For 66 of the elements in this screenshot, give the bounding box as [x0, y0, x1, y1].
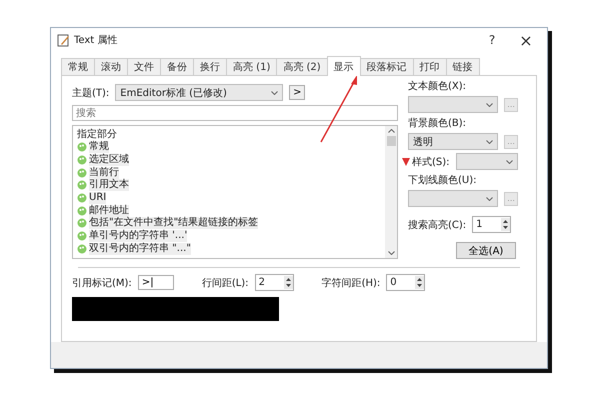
chevron-down-icon — [486, 196, 494, 200]
annotation-arrow — [320, 75, 357, 142]
chevron-down-icon — [486, 140, 494, 144]
char-spacing-spinner[interactable]: 0 — [386, 274, 426, 291]
style-label: 样式(S): — [412, 156, 450, 168]
quote-mark-label: 引用标记(M): — [72, 276, 132, 290]
line-spacing-spinner[interactable]: 2 — [254, 274, 294, 291]
theme-dropdown[interactable]: EmEditor标准 (已修改) — [115, 84, 284, 101]
scrollbar[interactable] — [385, 126, 397, 258]
palette-icon — [77, 193, 87, 204]
list-item[interactable]: 选定区域 — [89, 154, 129, 166]
search-highlight-label: 搜索高亮(C): — [408, 218, 466, 232]
palette-icon — [77, 180, 87, 190]
palette-icon — [77, 168, 87, 178]
list-item[interactable]: 引用文本 — [89, 179, 129, 192]
tab[interactable]: 备份 — [160, 58, 194, 75]
window-title: Text 属性 — [74, 34, 118, 47]
search-highlight-spinner[interactable]: 1 — [472, 216, 512, 233]
style-dropdown[interactable] — [456, 153, 518, 170]
tab[interactable]: 换行 — [193, 58, 227, 75]
background-color-label: 背景颜色(B): — [408, 116, 468, 130]
background-color-dropdown[interactable]: 透明 — [408, 133, 498, 150]
triangle-marker — [402, 158, 410, 166]
tab[interactable]: 显示 — [326, 56, 361, 76]
list-item[interactable]: 邮件地址 — [89, 204, 129, 217]
palette-icon — [77, 206, 87, 216]
help-button[interactable]: ? — [477, 32, 507, 48]
list-item[interactable]: URI — [89, 192, 106, 204]
tab[interactable]: 打印 — [412, 58, 447, 75]
theme-label: 主题(T): — [72, 86, 110, 100]
palette-icon — [77, 218, 87, 228]
list-item[interactable]: 当前行 — [89, 166, 119, 179]
chevron-down-icon — [506, 160, 513, 164]
text-color-label: 文本颜色(X): — [408, 80, 468, 93]
list-item[interactable]: 单引号内的字符串 '...' — [89, 230, 188, 242]
notepad-icon — [57, 34, 70, 46]
palette-icon — [77, 142, 87, 152]
underline-color-dropdown[interactable] — [408, 190, 498, 207]
palette-icon — [77, 155, 87, 166]
line-spacing-label: 行间距(L): — [202, 276, 249, 290]
quote-mark-field[interactable]: >| — [138, 275, 174, 290]
scroll-up-icon[interactable] — [388, 129, 394, 133]
chevron-down-icon — [486, 102, 494, 106]
scroll-down-icon[interactable] — [388, 251, 394, 255]
chevron-down-icon — [271, 90, 278, 94]
list-header: 指定部分 — [77, 128, 118, 140]
tab[interactable]: 滚动 — [94, 58, 128, 75]
next-button[interactable]: > — [289, 85, 306, 100]
text-color-dropdown[interactable] — [408, 96, 498, 113]
tab[interactable]: 链接 — [446, 58, 480, 75]
close-button[interactable]: × — [511, 30, 541, 50]
search-field[interactable]: 搜索 — [72, 105, 398, 121]
underline-color-label: 下划线颜色(U): — [408, 174, 478, 187]
tab[interactable]: 常规 — [61, 58, 95, 75]
tab[interactable]: 段落标记 — [360, 58, 414, 75]
list-item[interactable]: 包括"在文件中查找"结果超链接的标签 — [89, 217, 258, 230]
tab[interactable]: 高亮 (1) — [226, 58, 278, 75]
select-all-button[interactable]: 全选(A) — [456, 242, 516, 259]
list-item[interactable]: 常规 — [89, 141, 109, 154]
palette-icon — [77, 244, 87, 254]
tab[interactable]: 文件 — [127, 58, 161, 75]
scroll-thumb[interactable] — [386, 136, 396, 146]
char-spacing-label: 字符间距(H): — [322, 276, 380, 290]
tab[interactable]: 高亮 (2) — [276, 58, 328, 75]
list-item[interactable]: 双引号内的字符串 "..." — [89, 242, 191, 255]
palette-icon — [77, 231, 87, 242]
